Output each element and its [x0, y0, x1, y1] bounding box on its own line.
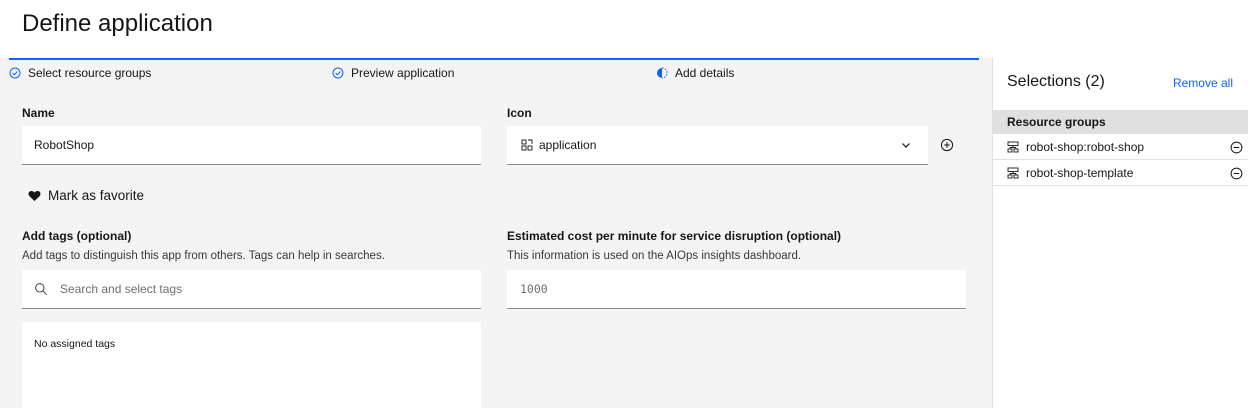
icon-dropdown-value: application: [539, 138, 597, 152]
step-select-resource-groups[interactable]: Select resource groups: [9, 66, 151, 80]
checkmark-outline-icon: [332, 67, 344, 79]
resource-groups-header: Resource groups: [993, 110, 1248, 134]
name-input-value: RobotShop: [34, 138, 95, 152]
progress-indicator-bar: [9, 58, 979, 60]
icon-label: Icon: [507, 106, 532, 120]
selection-item: robot-shop:robot-shop: [993, 134, 1248, 160]
resource-group-icon: [1007, 141, 1019, 153]
subtract-alt-icon[interactable]: [1230, 141, 1243, 154]
cost-placeholder: 1000: [520, 282, 548, 296]
selection-item-label: robot-shop-template: [1026, 165, 1134, 180]
add-icon-button[interactable]: [940, 138, 954, 152]
step-label: Preview application: [351, 66, 455, 80]
tags-search-input[interactable]: Search and select tags: [22, 270, 481, 309]
step-preview-application[interactable]: Preview application: [332, 66, 454, 80]
checkmark-outline-icon: [9, 67, 21, 79]
page-title: Define application: [22, 10, 213, 37]
assigned-tags-box: No assigned tags: [22, 322, 481, 408]
heart-icon: [28, 190, 41, 202]
tags-helper-text: Add tags to distinguish this app from ot…: [22, 250, 385, 262]
name-input[interactable]: RobotShop: [22, 126, 481, 165]
cost-helper-text: This information is used on the AIOps in…: [507, 250, 802, 262]
step-add-details[interactable]: Add details: [656, 66, 734, 80]
selections-title: Selections (2): [1007, 73, 1105, 90]
icon-dropdown[interactable]: application: [507, 126, 928, 165]
mark-as-favorite-toggle[interactable]: Mark as favorite: [28, 188, 144, 203]
main-form-area: Select resource groups Preview applicati…: [0, 58, 992, 408]
name-label: Name: [22, 106, 55, 120]
selection-item: robot-shop-template: [993, 160, 1248, 186]
search-icon: [34, 282, 48, 296]
step-label: Add details: [675, 66, 735, 80]
tags-search-placeholder: Search and select tags: [60, 282, 183, 296]
cost-label: Estimated cost per minute for service di…: [507, 229, 842, 243]
selection-item-label: robot-shop:robot-shop: [1026, 139, 1145, 154]
application-icon: [521, 139, 533, 151]
add-alt-icon: [940, 138, 954, 152]
remove-all-link[interactable]: Remove all: [1173, 76, 1233, 90]
subtract-alt-icon[interactable]: [1230, 167, 1243, 180]
no-assigned-tags-text: No assigned tags: [34, 338, 116, 350]
resource-group-icon: [1007, 167, 1019, 179]
selections-panel: Selections (2) Remove all Resource group…: [992, 58, 1248, 408]
step-label: Select resource groups: [28, 66, 152, 80]
cost-per-minute-input[interactable]: 1000: [507, 270, 966, 309]
tags-label: Add tags (optional): [22, 229, 132, 243]
favorite-label: Mark as favorite: [48, 188, 145, 203]
current-step-icon: [656, 67, 668, 79]
chevron-down-icon: [900, 139, 912, 151]
